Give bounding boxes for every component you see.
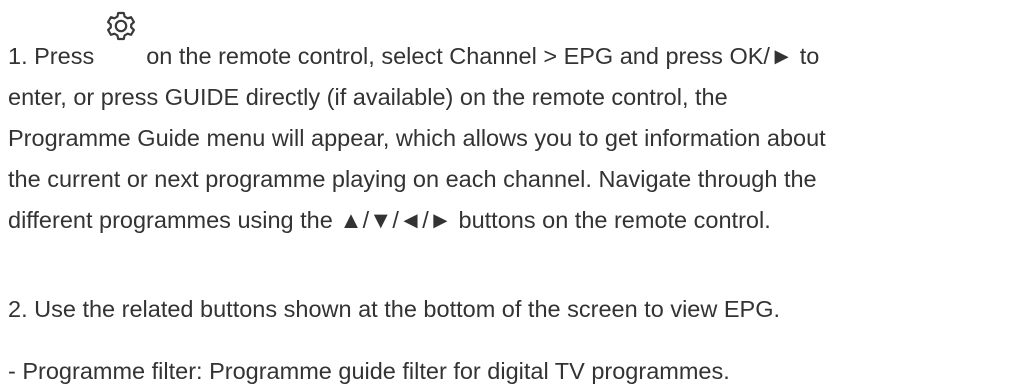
step-1-line-1-rest: on the remote control, select Channel > …	[146, 43, 820, 69]
step-1-line-1: 1. Press on the remote control, select C…	[8, 11, 1030, 77]
step-1-line-2: enter, or press GUIDE directly (if avail…	[8, 84, 728, 110]
step-1-paragraph: 1. Press on the remote control, select C…	[8, 11, 1030, 241]
step-1-prefix: 1. Press	[8, 43, 95, 69]
settings-gear-icon	[105, 10, 137, 42]
step-2-paragraph: 2. Use the related buttons shown at the …	[8, 296, 781, 322]
step-1-line-3: Programme Guide menu will appear, which …	[8, 125, 826, 151]
step-1-line-4: the current or next programme playing on…	[8, 166, 817, 192]
step-1-line-5: different programmes using the ▲/▼/◄/► b…	[8, 207, 771, 233]
